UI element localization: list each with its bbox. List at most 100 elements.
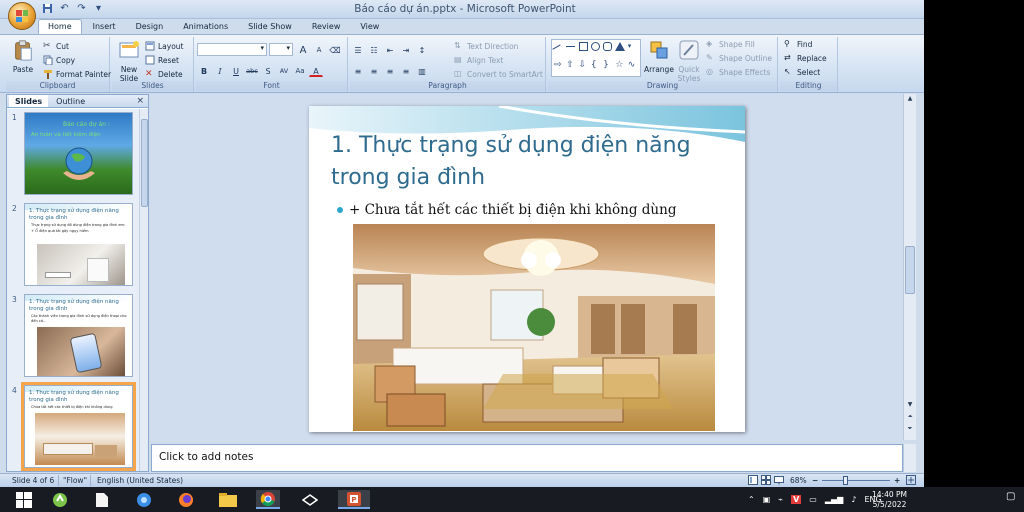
align-center-icon[interactable]: ≡ — [367, 64, 381, 77]
powerpoint-taskbar-icon[interactable]: P — [338, 490, 370, 509]
shape-effects-button[interactable]: ◎ Shape Effects — [706, 67, 770, 77]
line-shape-icon[interactable] — [552, 44, 565, 57]
reset-button[interactable]: Reset — [145, 55, 179, 65]
character-spacing-button[interactable]: AV — [277, 64, 291, 77]
delete-slide-button[interactable]: ✕ Delete — [145, 69, 183, 79]
arrange-button[interactable]: Arrange — [644, 39, 674, 74]
tab-insert[interactable]: Insert — [84, 19, 125, 34]
volume-icon[interactable]: ♪ — [851, 495, 856, 504]
cut-button[interactable]: ✂ Cut — [43, 41, 69, 51]
tab-design[interactable]: Design — [127, 19, 173, 34]
triangle-shape-icon[interactable] — [615, 42, 626, 51]
slide-show-icon[interactable] — [774, 475, 784, 487]
new-slide-button[interactable]: New Slide — [114, 39, 144, 83]
quick-styles-button[interactable]: Quick Styles — [676, 39, 702, 83]
shrink-font-button[interactable]: A — [312, 43, 326, 56]
arrow-down-shape-icon[interactable]: ⇩ — [579, 61, 588, 70]
slide-thumbnail-4[interactable]: 1. Thực trạng sử dụng điện năng trong gi… — [21, 382, 136, 471]
slide-bullet[interactable]: + Chưa tắt hết các thiết bị điện khi khô… — [337, 202, 676, 218]
bold-button[interactable]: B — [197, 64, 211, 77]
tab-slides[interactable]: Slides — [9, 95, 49, 107]
close-panel-button[interactable]: × — [136, 96, 144, 106]
shape-fill-button[interactable]: ◈ Shape Fill — [706, 39, 755, 49]
green-app-icon[interactable] — [48, 490, 72, 509]
tab-outline[interactable]: Outline — [50, 95, 91, 107]
edge-browser-icon[interactable] — [132, 490, 156, 509]
notes-pane[interactable]: Click to add notes — [151, 444, 903, 472]
brace-right-shape-icon[interactable]: } — [603, 61, 612, 70]
slide-thumbnail-2[interactable]: 1. Thực trạng sử dụng điện năng trong gi… — [24, 203, 133, 286]
current-slide[interactable]: 1. Thực trạng sử dụng điện năng trong gi… — [309, 106, 745, 432]
bullets-icon[interactable]: ☰ — [351, 43, 365, 56]
align-right-icon[interactable]: ≡ — [383, 64, 397, 77]
layout-button[interactable]: Layout — [145, 41, 184, 51]
panel-scrollbar[interactable] — [139, 109, 148, 471]
clear-formatting-icon[interactable]: ⌫ — [328, 43, 342, 56]
chrome-icon[interactable] — [256, 490, 280, 509]
columns-icon[interactable]: ▥ — [415, 64, 429, 77]
battery-icon[interactable]: ▭ — [809, 495, 817, 504]
zoom-level[interactable]: 68% — [790, 474, 807, 487]
paste-button[interactable]: Paste — [9, 39, 37, 74]
decrease-indent-icon[interactable]: ⇤ — [383, 43, 397, 56]
tab-slide-show[interactable]: Slide Show — [239, 19, 301, 34]
file-explorer-icon[interactable] — [216, 490, 240, 509]
shapes-gallery[interactable]: ▾ ⇨ ⇧ ⇩ { } ☆ ∿ — [551, 39, 641, 77]
font-color-button[interactable]: A — [309, 64, 323, 77]
more-shapes-icon[interactable]: ▾ — [628, 42, 637, 51]
system-clock[interactable]: 14:40 PM 5/5/2022 — [872, 490, 907, 510]
strikethrough-button[interactable]: abc — [245, 64, 259, 77]
zoom-slider-thumb[interactable] — [843, 476, 848, 485]
align-text-button[interactable]: ▤ Align Text — [454, 55, 503, 65]
zoom-out-button[interactable]: − — [812, 474, 818, 487]
brace-shape-icon[interactable]: { — [591, 61, 600, 70]
justify-icon[interactable]: ≡ — [399, 64, 413, 77]
font-family-select[interactable]: ▾ — [197, 43, 267, 56]
italic-button[interactable]: I — [213, 64, 227, 77]
antivirus-icon[interactable]: V — [791, 495, 802, 504]
language-indicator[interactable]: English (United States) — [97, 474, 183, 487]
next-slide-icon[interactable]: ⏷ — [904, 424, 916, 434]
oval-shape-icon[interactable] — [590, 42, 600, 51]
arrow-right-shape-icon[interactable]: ⇨ — [554, 61, 563, 70]
format-painter-button[interactable]: Format Painter — [43, 69, 111, 79]
network-icon[interactable]: ▂▄▆ — [825, 495, 843, 504]
previous-slide-icon[interactable]: ⏶ — [904, 412, 916, 422]
copy-button[interactable]: Copy — [43, 55, 75, 66]
zoom-in-button[interactable]: + — [894, 474, 900, 487]
slide-title[interactable]: 1. Thực trạng sử dụng điện năng trong gi… — [331, 130, 731, 194]
scroll-down-icon[interactable]: ▼ — [904, 400, 916, 410]
capcut-icon[interactable] — [298, 490, 322, 509]
living-room-photo[interactable] — [353, 224, 715, 431]
curve-shape-icon[interactable]: ∿ — [628, 61, 637, 70]
office-button[interactable] — [8, 2, 36, 30]
star-shape-icon[interactable]: ☆ — [615, 61, 624, 70]
tab-review[interactable]: Review — [303, 19, 350, 34]
tab-animations[interactable]: Animations — [174, 19, 237, 34]
increase-indent-icon[interactable]: ⇥ — [399, 43, 413, 56]
device-icon[interactable]: ▣ — [763, 495, 771, 504]
usb-icon[interactable]: ⌁ — [778, 495, 783, 504]
main-vertical-scrollbar[interactable]: ▲ ▼ ⏶ ⏷ — [903, 94, 916, 440]
grow-font-button[interactable]: A — [296, 43, 310, 56]
scroll-up-icon[interactable]: ▲ — [904, 94, 916, 104]
line-spacing-icon[interactable]: ↕ — [415, 43, 429, 56]
font-size-select[interactable]: ▾ — [269, 43, 293, 56]
convert-smartart-button[interactable]: ◫ Convert to SmartArt — [454, 69, 543, 79]
file-icon[interactable] — [90, 490, 114, 509]
normal-view-icon[interactable] — [748, 475, 758, 487]
slide-thumbnail-1[interactable]: Báo cáo dự án : An toàn và tiết kiệm điệ… — [24, 112, 133, 195]
change-case-button[interactable]: Aa — [293, 64, 307, 77]
notes-scrollbar[interactable] — [903, 444, 916, 472]
numbering-icon[interactable]: ☷ — [367, 43, 381, 56]
arrow-up-shape-icon[interactable]: ⇧ — [566, 61, 575, 70]
firefox-icon[interactable] — [174, 490, 198, 509]
rounded-rect-shape-icon[interactable] — [603, 42, 613, 51]
find-button[interactable]: ⚲ Find — [784, 39, 812, 49]
notifications-icon[interactable]: ▢ — [1006, 491, 1015, 502]
fit-to-window-icon[interactable] — [906, 475, 916, 487]
arrow-shape-icon[interactable] — [566, 46, 576, 55]
windows-start-icon[interactable] — [12, 490, 36, 509]
shape-outline-button[interactable]: ✎ Shape Outline — [706, 53, 772, 63]
underline-button[interactable]: U — [229, 64, 243, 77]
